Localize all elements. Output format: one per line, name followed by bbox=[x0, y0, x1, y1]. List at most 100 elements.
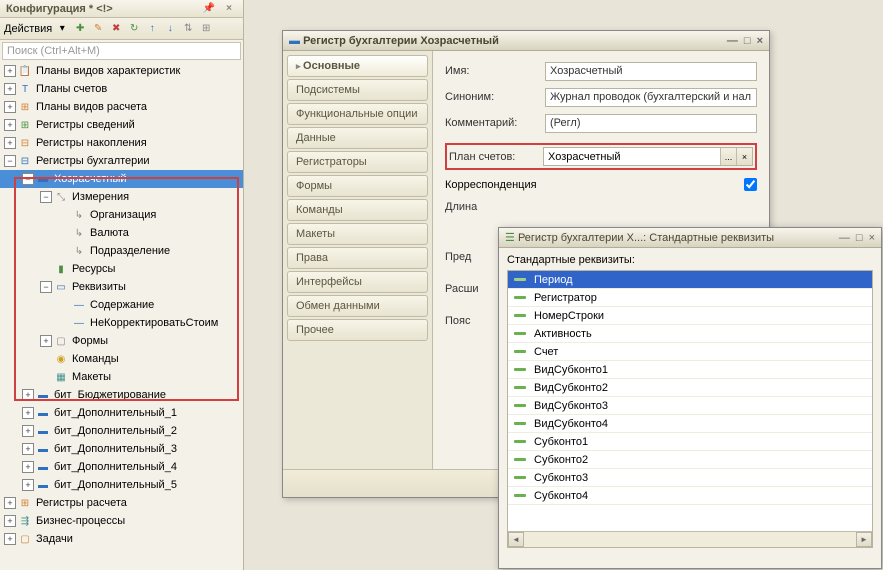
minimize-icon[interactable]: — bbox=[839, 232, 850, 244]
tree-item[interactable]: +▬бит_Дополнительный_2 bbox=[0, 422, 243, 440]
tree-item[interactable]: +▢Формы bbox=[0, 332, 243, 350]
list-item[interactable]: ВидСубконто3 bbox=[508, 397, 872, 415]
tree-item[interactable]: +▬бит_Дополнительный_1 bbox=[0, 404, 243, 422]
scroll-track[interactable] bbox=[524, 532, 856, 547]
actions-menu[interactable]: Действия bbox=[4, 23, 52, 35]
tree-item[interactable]: ↳Организация bbox=[0, 206, 243, 224]
search-input[interactable]: Поиск (Ctrl+Alt+M) bbox=[2, 42, 241, 60]
tree-item[interactable]: +▬бит_Дополнительный_4 bbox=[0, 458, 243, 476]
tree-item[interactable]: +▬бит_Дополнительный_5 bbox=[0, 476, 243, 494]
tab-10[interactable]: Обмен данными bbox=[287, 295, 428, 317]
expander-icon[interactable]: + bbox=[22, 407, 34, 419]
name-input[interactable] bbox=[545, 62, 757, 81]
expander-icon[interactable]: − bbox=[22, 173, 34, 185]
maximize-icon[interactable]: □ bbox=[856, 232, 863, 244]
expander-icon[interactable]: − bbox=[4, 155, 16, 167]
close-icon[interactable]: × bbox=[757, 35, 763, 47]
close-icon[interactable]: × bbox=[221, 1, 237, 17]
tree-item[interactable]: —Содержание bbox=[0, 296, 243, 314]
tree-item[interactable]: +▬бит_Бюджетирование bbox=[0, 386, 243, 404]
list-item[interactable]: Регистратор bbox=[508, 289, 872, 307]
tree-item[interactable]: −▬Хозрасчетный bbox=[0, 170, 243, 188]
expander-icon[interactable]: + bbox=[22, 389, 34, 401]
tree-item[interactable]: −⊟Регистры бухгалтерии bbox=[0, 152, 243, 170]
list-item[interactable]: Активность bbox=[508, 325, 872, 343]
tab-2[interactable]: Функциональные опции bbox=[287, 103, 428, 125]
tab-8[interactable]: Права bbox=[287, 247, 428, 269]
tab-0[interactable]: Основные bbox=[287, 55, 428, 77]
tab-1[interactable]: Подсистемы bbox=[287, 79, 428, 101]
expander-icon[interactable]: + bbox=[22, 425, 34, 437]
tree-item[interactable]: ▦Макеты bbox=[0, 368, 243, 386]
delete-icon[interactable]: ✖ bbox=[108, 21, 124, 37]
expander-icon[interactable]: + bbox=[4, 497, 16, 509]
maximize-icon[interactable]: □ bbox=[744, 35, 751, 47]
horizontal-scrollbar[interactable]: ◄ ► bbox=[508, 531, 872, 547]
list-item[interactable]: ВидСубконто4 bbox=[508, 415, 872, 433]
synonym-input[interactable] bbox=[545, 88, 757, 107]
expander-icon[interactable]: + bbox=[22, 479, 34, 491]
expander-icon[interactable] bbox=[40, 371, 52, 383]
tree-item[interactable]: −⤡Измерения bbox=[0, 188, 243, 206]
close-icon[interactable]: × bbox=[869, 232, 875, 244]
tree-item[interactable]: −▭Реквизиты bbox=[0, 278, 243, 296]
tab-7[interactable]: Макеты bbox=[287, 223, 428, 245]
scroll-right-icon[interactable]: ► bbox=[856, 532, 872, 547]
tree-item[interactable]: +⊞Планы видов расчета bbox=[0, 98, 243, 116]
expander-icon[interactable] bbox=[40, 353, 52, 365]
list-item[interactable]: Субконто2 bbox=[508, 451, 872, 469]
tab-4[interactable]: Регистраторы bbox=[287, 151, 428, 173]
tree-item[interactable]: —НеКорректироватьСтоим bbox=[0, 314, 243, 332]
expander-icon[interactable]: + bbox=[4, 83, 16, 95]
tab-11[interactable]: Прочее bbox=[287, 319, 428, 341]
tree-item[interactable]: +⊞Регистры сведений bbox=[0, 116, 243, 134]
expander-icon[interactable]: + bbox=[22, 443, 34, 455]
list-item[interactable]: ВидСубконто1 bbox=[508, 361, 872, 379]
list-item[interactable]: Субконто4 bbox=[508, 487, 872, 505]
expander-icon[interactable]: + bbox=[22, 461, 34, 473]
comment-input[interactable] bbox=[545, 114, 757, 133]
edit-icon[interactable]: ✎ bbox=[90, 21, 106, 37]
tab-9[interactable]: Интерфейсы bbox=[287, 271, 428, 293]
dropdown-icon[interactable]: ▾ bbox=[54, 21, 70, 37]
expander-icon[interactable] bbox=[58, 299, 70, 311]
tree-item[interactable]: +ТПланы счетов bbox=[0, 80, 243, 98]
refresh-icon[interactable]: ↻ bbox=[126, 21, 142, 37]
add-icon[interactable]: ✚ bbox=[72, 21, 88, 37]
tab-3[interactable]: Данные bbox=[287, 127, 428, 149]
list-item[interactable]: НомерСтроки bbox=[508, 307, 872, 325]
sort-icon[interactable]: ⇅ bbox=[180, 21, 196, 37]
expander-icon[interactable]: + bbox=[4, 119, 16, 131]
expander-icon[interactable] bbox=[58, 227, 70, 239]
list-item[interactable]: Период bbox=[508, 271, 872, 289]
down-icon[interactable]: ↓ bbox=[162, 21, 178, 37]
tab-5[interactable]: Формы bbox=[287, 175, 428, 197]
expander-icon[interactable]: + bbox=[4, 515, 16, 527]
register-window-title[interactable]: ▬ Регистр бухгалтерии Хозрасчетный — □ × bbox=[283, 31, 769, 51]
list-item[interactable]: ВидСубконто2 bbox=[508, 379, 872, 397]
expander-icon[interactable]: − bbox=[40, 281, 52, 293]
expander-icon[interactable] bbox=[40, 263, 52, 275]
expander-icon[interactable]: + bbox=[4, 137, 16, 149]
scroll-left-icon[interactable]: ◄ bbox=[508, 532, 524, 547]
expander-icon[interactable]: + bbox=[4, 101, 16, 113]
tree-item[interactable]: +⇶Бизнес-процессы bbox=[0, 512, 243, 530]
expander-icon[interactable]: + bbox=[4, 533, 16, 545]
expander-icon[interactable] bbox=[58, 317, 70, 329]
select-button[interactable]: ... bbox=[720, 148, 736, 165]
std-attributes-title[interactable]: ☰ Регистр бухгалтерии Х...: Стандартные … bbox=[499, 228, 881, 248]
tab-6[interactable]: Команды bbox=[287, 199, 428, 221]
expander-icon[interactable]: + bbox=[40, 335, 52, 347]
config-tree[interactable]: +📋Планы видов характеристик+ТПланы счето… bbox=[0, 62, 243, 548]
expander-icon[interactable]: − bbox=[40, 191, 52, 203]
tree-item[interactable]: ▮Ресурсы bbox=[0, 260, 243, 278]
tree-item[interactable]: ◉Команды bbox=[0, 350, 243, 368]
tree-item[interactable]: ↳Валюта bbox=[0, 224, 243, 242]
tree-item[interactable]: +⊞Регистры расчета bbox=[0, 494, 243, 512]
tree-item[interactable]: +▢Задачи bbox=[0, 530, 243, 548]
filter-icon[interactable]: ⊞ bbox=[198, 21, 214, 37]
up-icon[interactable]: ↑ bbox=[144, 21, 160, 37]
clear-button[interactable]: × bbox=[736, 148, 752, 165]
expander-icon[interactable] bbox=[58, 209, 70, 221]
list-item[interactable]: Субконто1 bbox=[508, 433, 872, 451]
